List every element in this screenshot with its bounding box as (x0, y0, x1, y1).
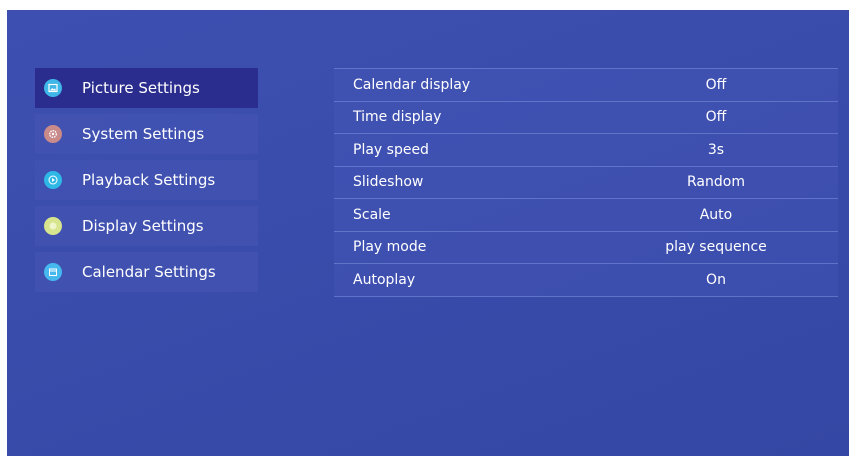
sidebar-item-label: Picture Settings (82, 79, 200, 97)
setting-value: 3s (707, 141, 725, 158)
setting-row-time-display[interactable]: Time display Off (334, 101, 838, 134)
sidebar-item-label: Playback Settings (82, 171, 216, 189)
setting-value: Off (705, 109, 727, 126)
sidebar-item-label: System Settings (82, 125, 205, 143)
setting-label: Scale (353, 206, 391, 223)
settings-sidebar: Picture Settings System Settings Playbac… (35, 68, 258, 298)
setting-value: On (706, 271, 726, 288)
setting-row-autoplay[interactable]: Autoplay On (334, 264, 838, 297)
setting-value: Off (705, 76, 727, 93)
settings-list: Calendar display Off Time display Off Pl… (334, 68, 838, 297)
sidebar-item-system-settings[interactable]: System Settings (35, 114, 258, 154)
setting-label: Autoplay (353, 271, 416, 288)
sidebar-item-playback-settings[interactable]: Playback Settings (35, 160, 258, 200)
setting-label: Slideshow (353, 174, 424, 191)
sidebar-item-calendar-settings[interactable]: Calendar Settings (35, 252, 258, 292)
setting-label: Calendar display (353, 76, 471, 93)
gear-icon (44, 125, 62, 143)
settings-screen: Picture Settings System Settings Playbac… (7, 10, 849, 456)
display-icon (44, 217, 62, 235)
setting-label: Play speed (353, 141, 429, 158)
setting-value: Auto (699, 206, 733, 223)
setting-value: Random (687, 174, 745, 191)
sidebar-item-label: Display Settings (82, 217, 204, 235)
calendar-icon (44, 263, 62, 281)
setting-row-slideshow[interactable]: Slideshow Random (334, 166, 838, 199)
setting-label: Play mode (353, 239, 427, 256)
sidebar-item-picture-settings[interactable]: Picture Settings (35, 68, 258, 108)
play-icon (44, 171, 62, 189)
sidebar-item-label: Calendar Settings (82, 263, 216, 281)
setting-row-calendar-display[interactable]: Calendar display Off (334, 68, 838, 102)
setting-label: Time display (353, 109, 442, 126)
sidebar-item-display-settings[interactable]: Display Settings (35, 206, 258, 246)
setting-value: play sequence (665, 239, 767, 256)
setting-row-play-speed[interactable]: Play speed 3s (334, 134, 838, 167)
picture-icon (44, 79, 62, 97)
setting-row-play-mode[interactable]: Play mode play sequence (334, 231, 838, 264)
setting-row-scale[interactable]: Scale Auto (334, 199, 838, 232)
